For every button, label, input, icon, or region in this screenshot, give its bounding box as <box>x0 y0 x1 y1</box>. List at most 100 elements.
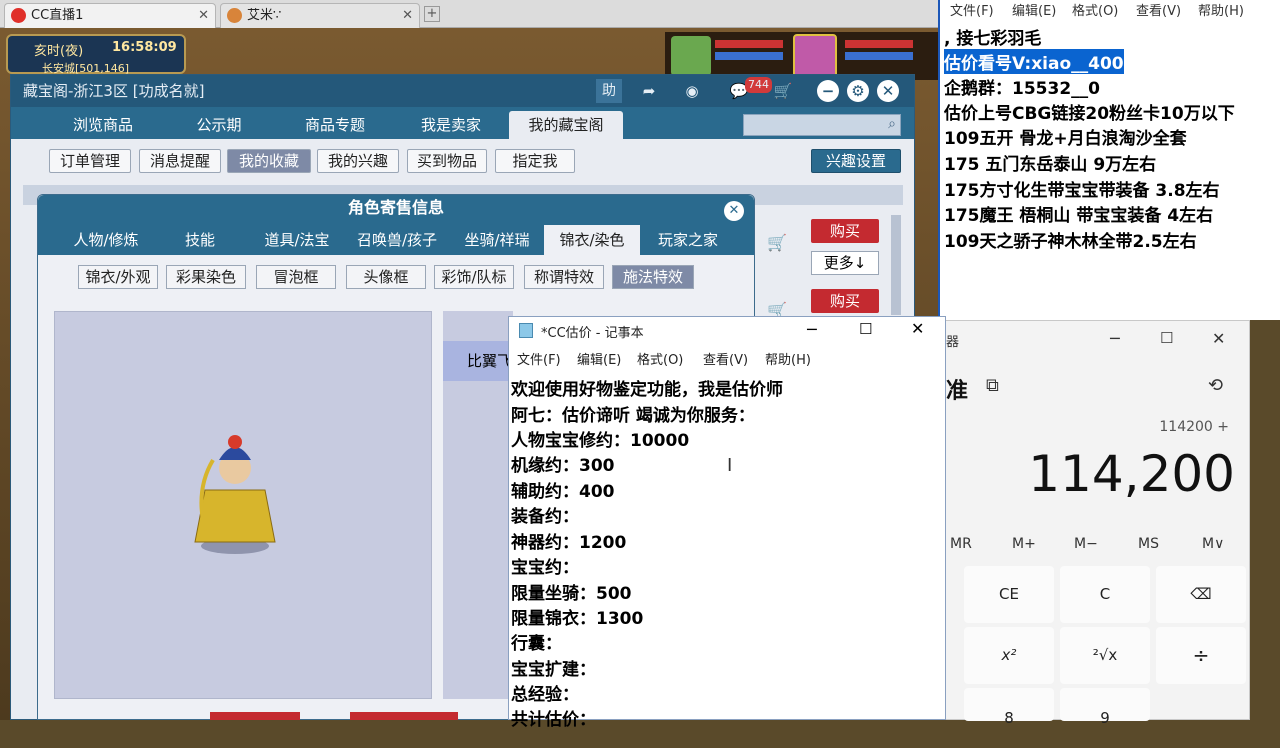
minimize-icon[interactable]: ─ <box>807 320 817 339</box>
menu-edit[interactable]: 编辑(E) <box>1012 0 1056 19</box>
tab-items[interactable]: 道具/法宝 <box>250 225 344 255</box>
my-interests-button[interactable]: 我的兴趣 <box>317 149 399 173</box>
square-root-button[interactable]: ²√x <box>1060 627 1150 684</box>
tab-home[interactable]: 玩家之家 <box>644 225 732 255</box>
memory-add-button[interactable]: M+ <box>1012 536 1036 552</box>
key-8[interactable]: 8 <box>964 688 1054 727</box>
menu-help[interactable]: 帮助(H) <box>1198 0 1244 19</box>
cart-icon[interactable]: 🛒 <box>767 233 795 259</box>
history-icon[interactable]: ⟲ <box>1208 375 1223 396</box>
key-9[interactable]: 9 <box>1060 688 1150 727</box>
text-line[interactable]: 宝宝扩建： <box>511 655 596 680</box>
share-icon[interactable]: ➦ <box>636 79 662 103</box>
minimize-icon[interactable]: ─ <box>1110 329 1120 348</box>
text-line[interactable]: 175方寸化生带宝宝带装备 3.8左右 <box>944 176 1220 201</box>
tab-browse[interactable]: 浏览商品 <box>49 111 157 139</box>
tab-my-cbg[interactable]: 我的藏宝阁 <box>509 111 623 139</box>
subtab-ornament[interactable]: 彩饰/队标 <box>434 265 514 289</box>
tab-outfits[interactable]: 锦衣/染色 <box>544 225 640 255</box>
text-line[interactable]: 装备约： <box>511 502 579 527</box>
divide-button[interactable]: ÷ <box>1156 627 1246 684</box>
close-icon[interactable]: ✕ <box>402 4 413 27</box>
calculator-mode[interactable]: 准 <box>946 373 968 405</box>
text-line[interactable]: 神器约：1200 <box>511 528 626 553</box>
text-line-selected[interactable]: 估价看号V:xiao__400 <box>944 49 1124 74</box>
menu-format[interactable]: 格式(O) <box>1072 0 1118 19</box>
record-icon[interactable]: ◉ <box>679 79 705 103</box>
text-line[interactable]: 限量锦衣：1300 <box>511 604 643 629</box>
add-to-cart-button[interactable] <box>350 712 458 720</box>
message-reminder-button[interactable]: 消息提醒 <box>139 149 221 173</box>
subtab-dye[interactable]: 彩果染色 <box>166 265 246 289</box>
subtab-cast-effect[interactable]: 施法特效 <box>612 265 694 289</box>
gear-icon[interactable]: ⚙ <box>847 80 869 102</box>
more-button[interactable]: 更多↓ <box>811 251 879 275</box>
text-line[interactable]: 行囊： <box>511 629 562 654</box>
text-line[interactable]: 欢迎使用好物鉴定功能，我是估价师 <box>511 375 783 400</box>
interest-settings-button[interactable]: 兴趣设置 <box>811 149 901 173</box>
search-icon[interactable]: ⌕ <box>888 116 896 132</box>
keep-on-top-icon[interactable]: ⧉ <box>986 375 999 396</box>
text-line[interactable]: 宝宝约： <box>511 553 579 578</box>
tab-character[interactable]: 人物/修炼 <box>56 225 156 255</box>
text-line[interactable]: 人物宝宝修约：10000 <box>511 426 689 451</box>
menu-edit[interactable]: 编辑(E) <box>577 349 621 368</box>
order-management-button[interactable]: 订单管理 <box>49 149 131 173</box>
text-line[interactable]: 总经验： <box>511 680 579 705</box>
help-button[interactable]: 助 <box>596 79 622 103</box>
memory-list-button[interactable]: M∨ <box>1202 536 1224 552</box>
tab-mounts[interactable]: 坐骑/祥瑞 <box>450 225 544 255</box>
square-button[interactable]: x² <box>964 627 1054 684</box>
text-line[interactable]: 机缘约：300 <box>511 451 615 476</box>
text-line[interactable]: 175 五门东岳泰山 9万左右 <box>944 150 1156 175</box>
search-input[interactable]: ⌕ <box>743 114 901 136</box>
backspace-button[interactable]: ⌫ <box>1156 566 1246 623</box>
new-tab-button[interactable]: + <box>424 6 440 22</box>
close-icon[interactable]: ✕ <box>198 4 209 27</box>
tab-seller[interactable]: 我是卖家 <box>399 111 503 139</box>
clear-button[interactable]: C <box>1060 566 1150 623</box>
text-line[interactable]: 估价上号CBG链接20粉丝卡10万以下 <box>944 99 1235 124</box>
tab-topics[interactable]: 商品专题 <box>283 111 387 139</box>
text-line[interactable]: 限量坐骑：500 <box>511 579 632 604</box>
clear-entry-button[interactable]: CE <box>964 566 1054 623</box>
memory-recall-button[interactable]: MR <box>950 536 972 552</box>
menu-view[interactable]: 查看(V) <box>703 349 748 368</box>
close-icon[interactable]: ✕ <box>1212 329 1225 348</box>
close-icon[interactable]: ✕ <box>877 80 899 102</box>
avatar[interactable] <box>671 36 711 76</box>
buy-button[interactable]: 购买 <box>811 219 879 243</box>
menu-file[interactable]: 文件(F) <box>517 349 561 368</box>
cart-icon[interactable]: 🛒 <box>771 79 795 103</box>
menu-file[interactable]: 文件(F) <box>950 0 994 19</box>
maximize-icon[interactable]: ☐ <box>859 320 872 338</box>
text-line[interactable]: 阿七：估价谛听 竭诚为你服务： <box>511 401 755 426</box>
text-line[interactable]: , 接七彩羽毛 <box>944 24 1041 49</box>
text-line[interactable]: 175魔王 梧桐山 带宝宝装备 4左右 <box>944 201 1213 226</box>
text-line[interactable]: 共计估价： <box>511 705 596 730</box>
scrollbar[interactable] <box>891 215 901 315</box>
close-icon[interactable]: ✕ <box>911 319 924 338</box>
browser-tab-cc[interactable]: CC直播1 ✕ <box>4 3 216 28</box>
menu-view[interactable]: 查看(V) <box>1136 0 1181 19</box>
browser-tab-aimi[interactable]: 艾米∵ ✕ <box>220 3 420 28</box>
tab-pets[interactable]: 召唤兽/孩子 <box>346 225 448 255</box>
bought-items-button[interactable]: 买到物品 <box>407 149 487 173</box>
menu-format[interactable]: 格式(O) <box>637 349 683 368</box>
buy-button[interactable] <box>210 712 300 720</box>
text-line[interactable]: 企鹅群：15532__0 <box>944 74 1100 99</box>
text-line[interactable]: 辅助约：400 <box>511 477 615 502</box>
subtab-title-effect[interactable]: 称谓特效 <box>524 265 604 289</box>
text-line[interactable]: 109五开 骨龙+月白浪淘沙全套 <box>944 124 1187 149</box>
buy-button[interactable]: 购买 <box>811 289 879 313</box>
close-icon[interactable]: ✕ <box>724 201 744 221</box>
maximize-icon[interactable]: ☐ <box>1160 329 1173 347</box>
subtab-avatar-frame[interactable]: 头像框 <box>346 265 426 289</box>
avatar[interactable] <box>793 34 837 78</box>
tab-skills[interactable]: 技能 <box>160 225 240 255</box>
minimize-icon[interactable]: − <box>817 80 839 102</box>
memory-subtract-button[interactable]: M− <box>1074 536 1098 552</box>
my-favorites-button[interactable]: 我的收藏 <box>227 149 311 173</box>
assigned-to-me-button[interactable]: 指定我 <box>495 149 575 173</box>
menu-help[interactable]: 帮助(H) <box>765 349 811 368</box>
